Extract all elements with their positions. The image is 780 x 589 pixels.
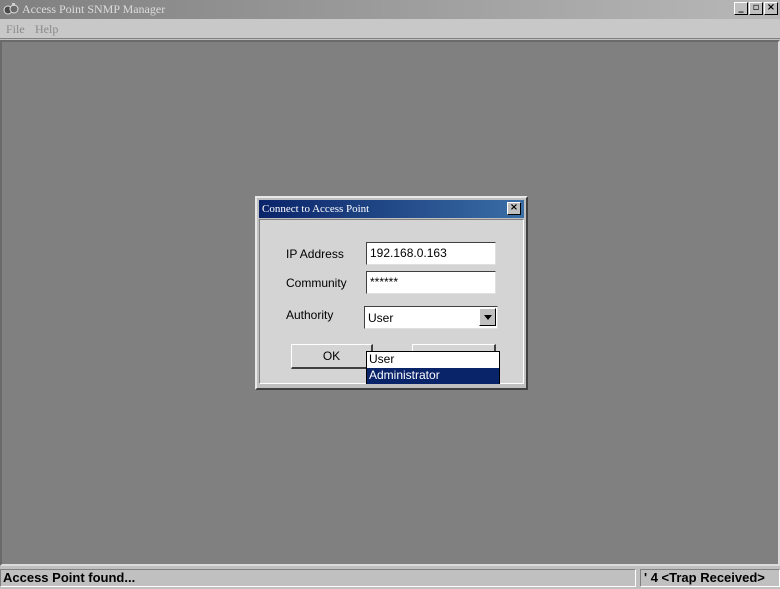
status-bar: Access Point found... ' 4 <Trap Received… (0, 567, 780, 589)
connect-dialog: Connect to Access Point × IP Address 192… (255, 196, 528, 390)
close-button[interactable]: × (764, 2, 778, 15)
authority-select[interactable]: User (364, 306, 498, 329)
dialog-close-button[interactable]: × (507, 202, 521, 215)
app-titlebar: Access Point SNMP Manager _ ▫ × (0, 0, 780, 19)
dialog-title: Connect to Access Point (262, 203, 370, 215)
ok-button[interactable]: OK (291, 344, 373, 369)
authority-option-administrator[interactable]: Administrator (367, 368, 499, 384)
community-label: Community (286, 276, 347, 290)
trap-status: ' 4 <Trap Received> (640, 569, 780, 587)
authority-selected-value: User (368, 311, 394, 325)
authority-option-user[interactable]: User (367, 352, 499, 368)
authority-label: Authority (286, 308, 334, 322)
ip-address-field[interactable]: 192.168.0.163 (366, 242, 496, 265)
maximize-button[interactable]: ▫ (749, 2, 763, 15)
menu-bar: File Help (0, 19, 780, 39)
ip-address-label: IP Address (286, 247, 344, 261)
community-field[interactable]: ****** (366, 271, 496, 294)
status-message: Access Point found... (0, 569, 636, 587)
menu-help[interactable]: Help (35, 22, 58, 37)
minimize-button[interactable]: _ (734, 2, 748, 15)
authority-dropdown-list: User Administrator (366, 351, 500, 384)
app-icon (3, 3, 19, 15)
window-controls: _ ▫ × (734, 2, 778, 15)
app-title: Access Point SNMP Manager (22, 2, 166, 16)
menu-file[interactable]: File (6, 22, 25, 37)
chevron-down-icon[interactable] (479, 308, 496, 326)
dialog-body: IP Address 192.168.0.163 Community *****… (259, 219, 524, 384)
dialog-titlebar: Connect to Access Point × (259, 200, 524, 218)
